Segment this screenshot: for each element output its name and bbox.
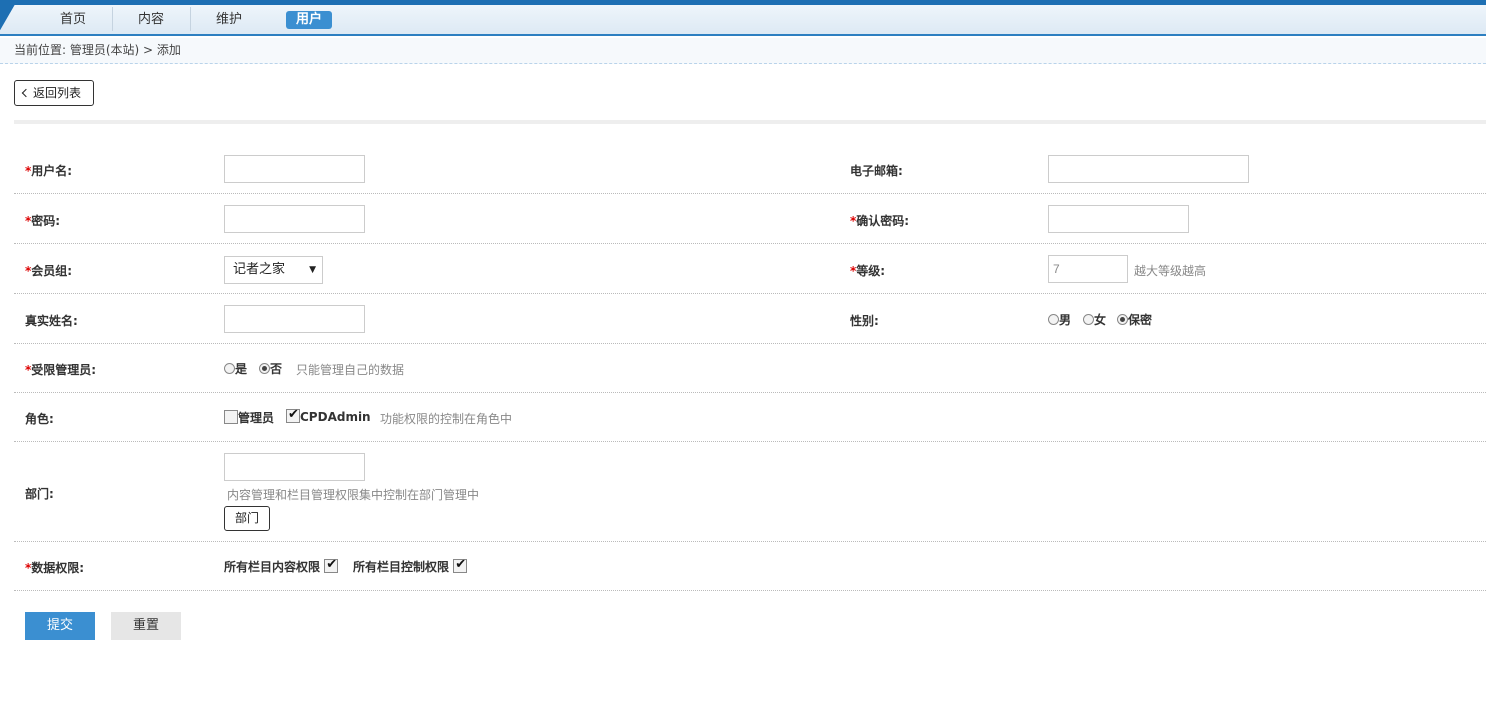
gender-secret-label: 保密 (1128, 313, 1153, 327)
data-permission-control-checkbox[interactable] (453, 557, 468, 573)
form-row-username: *用户名: 电子邮箱: (14, 144, 1486, 194)
nav-item-users[interactable]: 用户 (286, 10, 333, 30)
gender-male-label: 男 (1059, 313, 1072, 327)
username-input[interactable] (224, 155, 365, 183)
department-label: 部门: (25, 487, 54, 501)
data-permission-content[interactable]: 所有栏目内容权限 (224, 557, 339, 575)
restricted-no-radio[interactable] (259, 363, 270, 374)
form-row-department: 部门: 内容管理和栏目管理权限集中控制在部门管理中 部门 (14, 442, 1486, 542)
section-divider (14, 120, 1486, 124)
nav-item-maintenance[interactable]: 维护 (190, 7, 268, 31)
role-admin-label: 管理员 (238, 411, 275, 425)
gender-male-radio[interactable] (1048, 314, 1059, 325)
realname-input[interactable] (224, 305, 365, 333)
group-label-text: 会员组: (31, 264, 73, 278)
gender-female-radio[interactable] (1083, 314, 1094, 325)
top-nav-bar: 首页 内容 维护 用户 (0, 0, 1486, 36)
gender-female-label: 女 (1094, 313, 1107, 327)
group-select[interactable]: 记者之家 ▼ (224, 256, 323, 284)
nav-item-home[interactable]: 首页 (34, 10, 112, 30)
department-button[interactable]: 部门 (224, 506, 270, 531)
password-input[interactable] (224, 205, 365, 233)
group-select-value: 记者之家 (233, 262, 286, 277)
data-permission-content-label: 所有栏目内容权限 (224, 560, 321, 574)
breadcrumb: 当前位置: 管理员(本站) > 添加 (0, 38, 1486, 64)
level-hint: 越大等级越高 (1134, 264, 1207, 278)
form-row-realname: 真实姓名: 性别: 男 女 保密 (14, 294, 1486, 344)
level-input[interactable] (1048, 255, 1128, 283)
username-label: *用户名: (25, 162, 72, 179)
back-to-list-label: 返回列表 (33, 86, 82, 100)
chevron-left-icon (21, 88, 31, 98)
role-label: 角色: (25, 412, 54, 426)
role-cpdadmin-label: CPDAdmin (300, 410, 371, 424)
nav-item-users-label: 用户 (286, 11, 333, 29)
main-nav: 首页 内容 维护 用户 (34, 7, 333, 31)
form-row-data-permission: *数据权限: 所有栏目内容权限 所有栏目控制权限 (14, 542, 1486, 591)
restricted-option-no[interactable]: 否 (259, 360, 282, 377)
restricted-no-label: 否 (270, 362, 283, 376)
back-to-list-button[interactable]: 返回列表 (14, 80, 94, 106)
department-input[interactable] (224, 453, 365, 481)
gender-secret-radio[interactable] (1117, 314, 1128, 325)
gender-option-female[interactable]: 女 (1083, 311, 1106, 328)
role-admin-checkbox[interactable] (224, 410, 238, 424)
email-label: 电子邮箱: (850, 164, 903, 178)
department-hint: 内容管理和栏目管理权限集中控制在部门管理中 (227, 488, 480, 502)
form-row-group: *会员组: 记者之家 ▼ *等级: 越大等级越高 (14, 244, 1486, 294)
realname-label: 真实姓名: (25, 314, 78, 328)
restricted-yes-radio[interactable] (224, 363, 235, 374)
role-option-admin[interactable]: 管理员 (224, 409, 274, 426)
gender-label: 性别: (850, 314, 879, 328)
confirm-password-label: *确认密码: (850, 212, 909, 229)
restricted-label-text: 受限管理员: (31, 363, 97, 377)
gender-option-male[interactable]: 男 (1048, 311, 1071, 328)
restricted-label: *受限管理员: (25, 361, 96, 378)
reset-button[interactable]: 重置 (111, 612, 181, 640)
gender-option-secret[interactable]: 保密 (1117, 311, 1152, 328)
level-label-text: 等级: (856, 264, 886, 278)
group-label: *会员组: (25, 262, 72, 279)
data-permission-label: *数据权限: (25, 559, 84, 576)
restricted-yes-label: 是 (235, 362, 248, 376)
submit-button[interactable]: 提交 (25, 612, 95, 640)
password-label: *密码: (25, 212, 60, 229)
data-permission-control[interactable]: 所有栏目控制权限 (353, 557, 468, 575)
role-hint: 功能权限的控制在角色中 (380, 412, 513, 426)
role-cpdadmin-checkbox[interactable] (286, 407, 300, 423)
form-row-password: *密码: *确认密码: (14, 194, 1486, 244)
form-row-role: 角色: 管理员 CPDAdmin 功能权限的控制在角色中 (14, 393, 1486, 442)
email-input[interactable] (1048, 155, 1249, 183)
level-label: *等级: (850, 262, 885, 279)
data-permission-label-text: 数据权限: (31, 561, 85, 575)
confirm-password-label-text: 确认密码: (856, 214, 910, 228)
data-permission-content-checkbox[interactable] (324, 557, 339, 573)
form-row-restricted: *受限管理员: 是 否 只能管理自己的数据 (14, 344, 1486, 393)
password-label-text: 密码: (31, 214, 61, 228)
role-option-cpdadmin[interactable]: CPDAdmin (286, 407, 371, 424)
username-label-text: 用户名: (31, 164, 73, 178)
restricted-option-yes[interactable]: 是 (224, 360, 247, 377)
nav-item-content[interactable]: 内容 (112, 7, 190, 31)
data-permission-control-label: 所有栏目控制权限 (353, 560, 450, 574)
restricted-hint: 只能管理自己的数据 (296, 363, 405, 377)
confirm-password-input[interactable] (1048, 205, 1189, 233)
dropdown-arrow-icon: ▼ (309, 265, 316, 275)
nav-corner-decoration (0, 5, 30, 36)
